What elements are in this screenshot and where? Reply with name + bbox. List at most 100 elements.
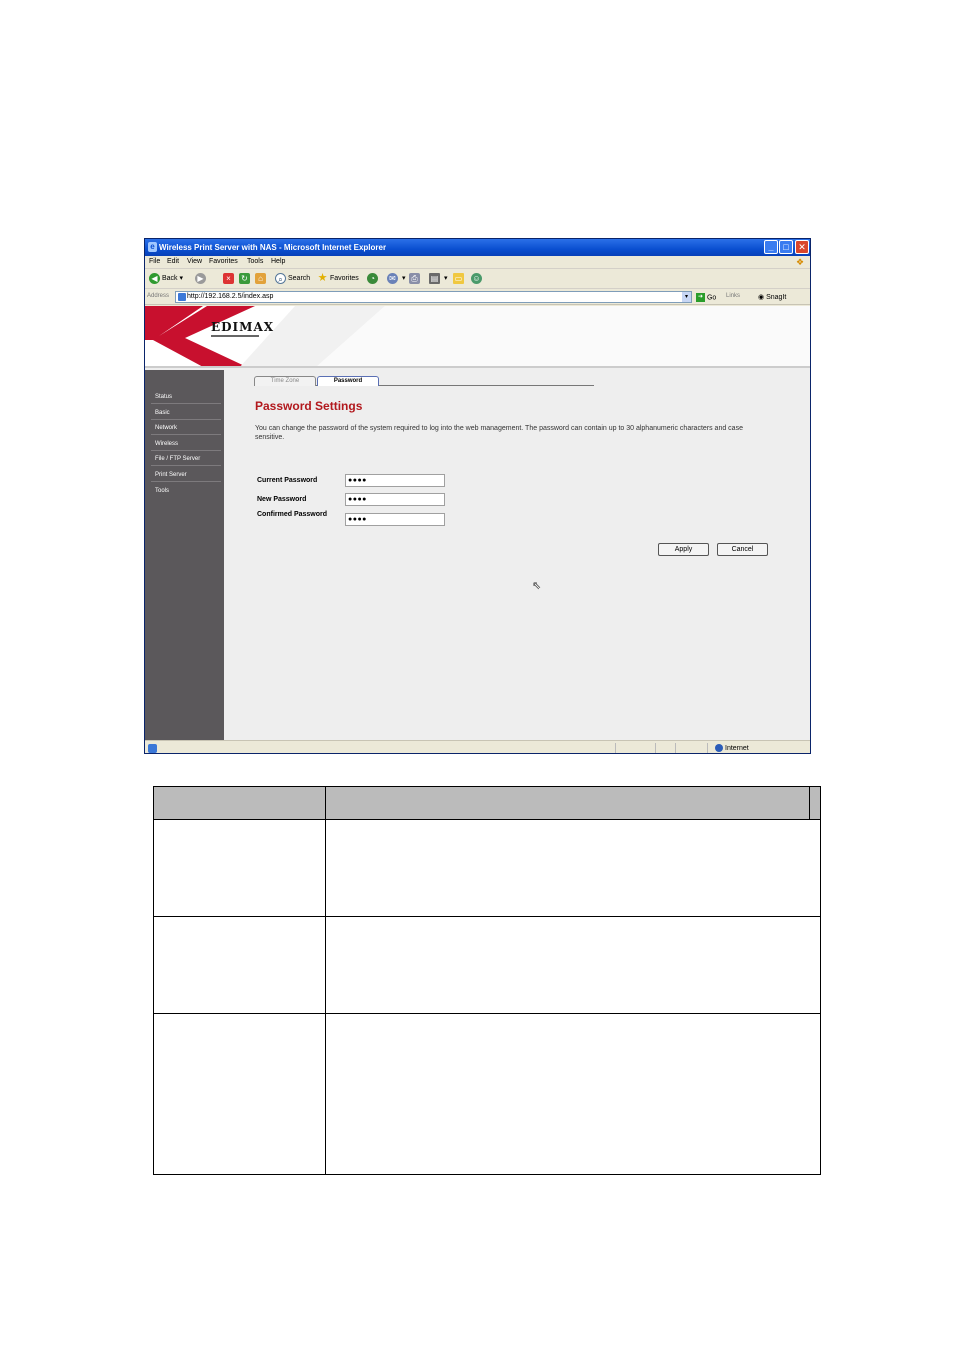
- mail-button[interactable]: ✉ ▾: [387, 272, 405, 286]
- menu-help[interactable]: Help: [271, 258, 285, 265]
- menu-favorites[interactable]: Favorites: [209, 258, 238, 265]
- tab-time-zone[interactable]: Time Zone: [254, 376, 316, 386]
- menu-edit[interactable]: Edit: [167, 258, 179, 265]
- table-header-cell: [809, 786, 821, 820]
- table-cell: [325, 916, 821, 1014]
- table-cell: [325, 819, 821, 917]
- page-title: Password Settings: [255, 399, 363, 413]
- address-bar: Address http://192.168.2.5/index.asp ▾ ➜…: [145, 290, 810, 305]
- table-cell: [153, 916, 326, 1014]
- address-dropdown-icon[interactable]: ▾: [682, 292, 691, 302]
- new-password-field[interactable]: ●●●●: [345, 493, 445, 506]
- toolbar: ◀ Back ▾ ▶ × ↻ ⌂ ⌕ Search ★ Favorites ◔ ✉ ▾…: [145, 270, 810, 289]
- banner: EDIMAX: [145, 306, 810, 368]
- history-button[interactable]: ◔: [367, 272, 380, 286]
- messenger-icon: ☺: [471, 272, 482, 284]
- stop-icon: ×: [223, 272, 234, 284]
- history-icon: ◔: [367, 272, 378, 284]
- sidebar-item-basic[interactable]: Basic: [151, 406, 221, 420]
- go-arrow-icon: ➜: [696, 293, 705, 302]
- refresh-button[interactable]: ↻: [239, 272, 252, 286]
- security-zone: Internet: [715, 744, 749, 752]
- sidebar: Status Basic Network Wireless File / FTP…: [145, 370, 224, 740]
- back-arrow-icon: ◀: [149, 272, 160, 284]
- address-input[interactable]: http://192.168.2.5/index.asp ▾: [175, 291, 692, 303]
- forward-button[interactable]: ▶: [195, 272, 208, 286]
- menu-file[interactable]: File: [149, 258, 160, 265]
- minimize-button[interactable]: _: [764, 240, 778, 254]
- folder-button[interactable]: ▭: [453, 272, 466, 286]
- table-cell: [153, 1013, 326, 1175]
- window-title: Wireless Print Server with NAS - Microso…: [159, 243, 387, 252]
- title-bar: e Wireless Print Server with NAS - Micro…: [145, 239, 810, 256]
- description-table: [153, 786, 821, 1175]
- tab-password[interactable]: Password: [317, 376, 379, 386]
- edimax-logo: EDIMAX: [211, 320, 275, 334]
- back-button[interactable]: ◀ Back ▾: [149, 272, 183, 286]
- banner-swoosh: [145, 306, 810, 366]
- menu-tools[interactable]: Tools: [247, 258, 263, 265]
- status-page-icon: [148, 744, 157, 753]
- status-separator: [675, 743, 676, 753]
- address-url: http://192.168.2.5/index.asp: [187, 293, 274, 300]
- sidebar-item-print-server[interactable]: Print Server: [151, 468, 221, 482]
- intro-text: You can change the password of the syste…: [255, 425, 743, 441]
- windows-logo-icon: ❖: [796, 257, 805, 267]
- go-button[interactable]: ➜ Go: [696, 293, 716, 302]
- maximize-button[interactable]: □: [779, 240, 793, 254]
- mail-icon: ✉: [387, 272, 398, 284]
- confirmed-password-label: Confirmed Password: [257, 511, 328, 518]
- home-button[interactable]: ⌂: [255, 272, 268, 286]
- address-label: Address: [147, 293, 170, 299]
- home-icon: ⌂: [255, 272, 266, 284]
- mouse-pointer-icon: ⇖: [532, 580, 542, 592]
- menu-view[interactable]: View: [187, 258, 202, 265]
- browser-window: e Wireless Print Server with NAS - Micro…: [144, 238, 811, 754]
- print-icon: ⎙: [409, 272, 420, 284]
- sidebar-item-wireless[interactable]: Wireless: [151, 437, 221, 451]
- table-header-row: [153, 786, 821, 820]
- edit-button[interactable]: ▤ ▾: [429, 272, 447, 286]
- search-button[interactable]: ⌕ Search: [275, 272, 310, 286]
- cancel-button[interactable]: Cancel: [717, 543, 768, 556]
- status-separator: [655, 743, 656, 753]
- new-password-label: New Password: [257, 496, 307, 503]
- sidebar-item-status[interactable]: Status: [151, 390, 221, 404]
- refresh-icon: ↻: [239, 272, 250, 284]
- links-button[interactable]: Links: [726, 293, 740, 299]
- star-icon: ★: [317, 271, 328, 284]
- folder-icon: ▭: [453, 272, 464, 284]
- print-button[interactable]: ⎙: [409, 272, 422, 286]
- edit-icon: ▤: [429, 272, 440, 284]
- table-cell: [153, 819, 326, 917]
- current-password-label: Current Password: [257, 477, 318, 484]
- status-separator: [615, 743, 616, 753]
- table-header-cell: [153, 786, 326, 820]
- table-header-cell: [325, 786, 810, 820]
- status-bar: Internet: [145, 740, 810, 753]
- apply-button[interactable]: Apply: [658, 543, 709, 556]
- messenger-button[interactable]: ☺: [471, 272, 484, 286]
- forward-arrow-icon: ▶: [195, 272, 206, 284]
- sidebar-item-network[interactable]: Network: [151, 421, 221, 435]
- sidebar-item-file-ftp-server[interactable]: File / FTP Server: [151, 452, 221, 466]
- current-password-field[interactable]: ●●●●: [345, 474, 445, 487]
- stop-button[interactable]: ×: [223, 272, 236, 286]
- snagit-button[interactable]: ◉ SnagIt: [758, 293, 786, 301]
- logo-tagline: [211, 335, 259, 337]
- snagit-icon: ◉: [758, 294, 765, 301]
- confirmed-password-field[interactable]: ●●●●: [345, 513, 445, 526]
- tab-bar: Time Zone Password: [254, 376, 594, 386]
- main-content: Time Zone Password Password Settings You…: [224, 370, 810, 740]
- status-separator: [707, 743, 708, 753]
- sidebar-item-tools[interactable]: Tools: [151, 484, 221, 498]
- table-row: [153, 916, 821, 1014]
- menu-bar: File Edit View Favorites Tools Help ❖: [145, 256, 810, 269]
- globe-icon: [715, 744, 723, 752]
- search-icon: ⌕: [275, 272, 286, 284]
- table-cell: [325, 1013, 821, 1175]
- ie-icon: e: [148, 242, 157, 252]
- favorites-button[interactable]: ★ Favorites: [317, 272, 359, 286]
- close-button[interactable]: ✕: [795, 240, 809, 254]
- table-row: [153, 1013, 821, 1175]
